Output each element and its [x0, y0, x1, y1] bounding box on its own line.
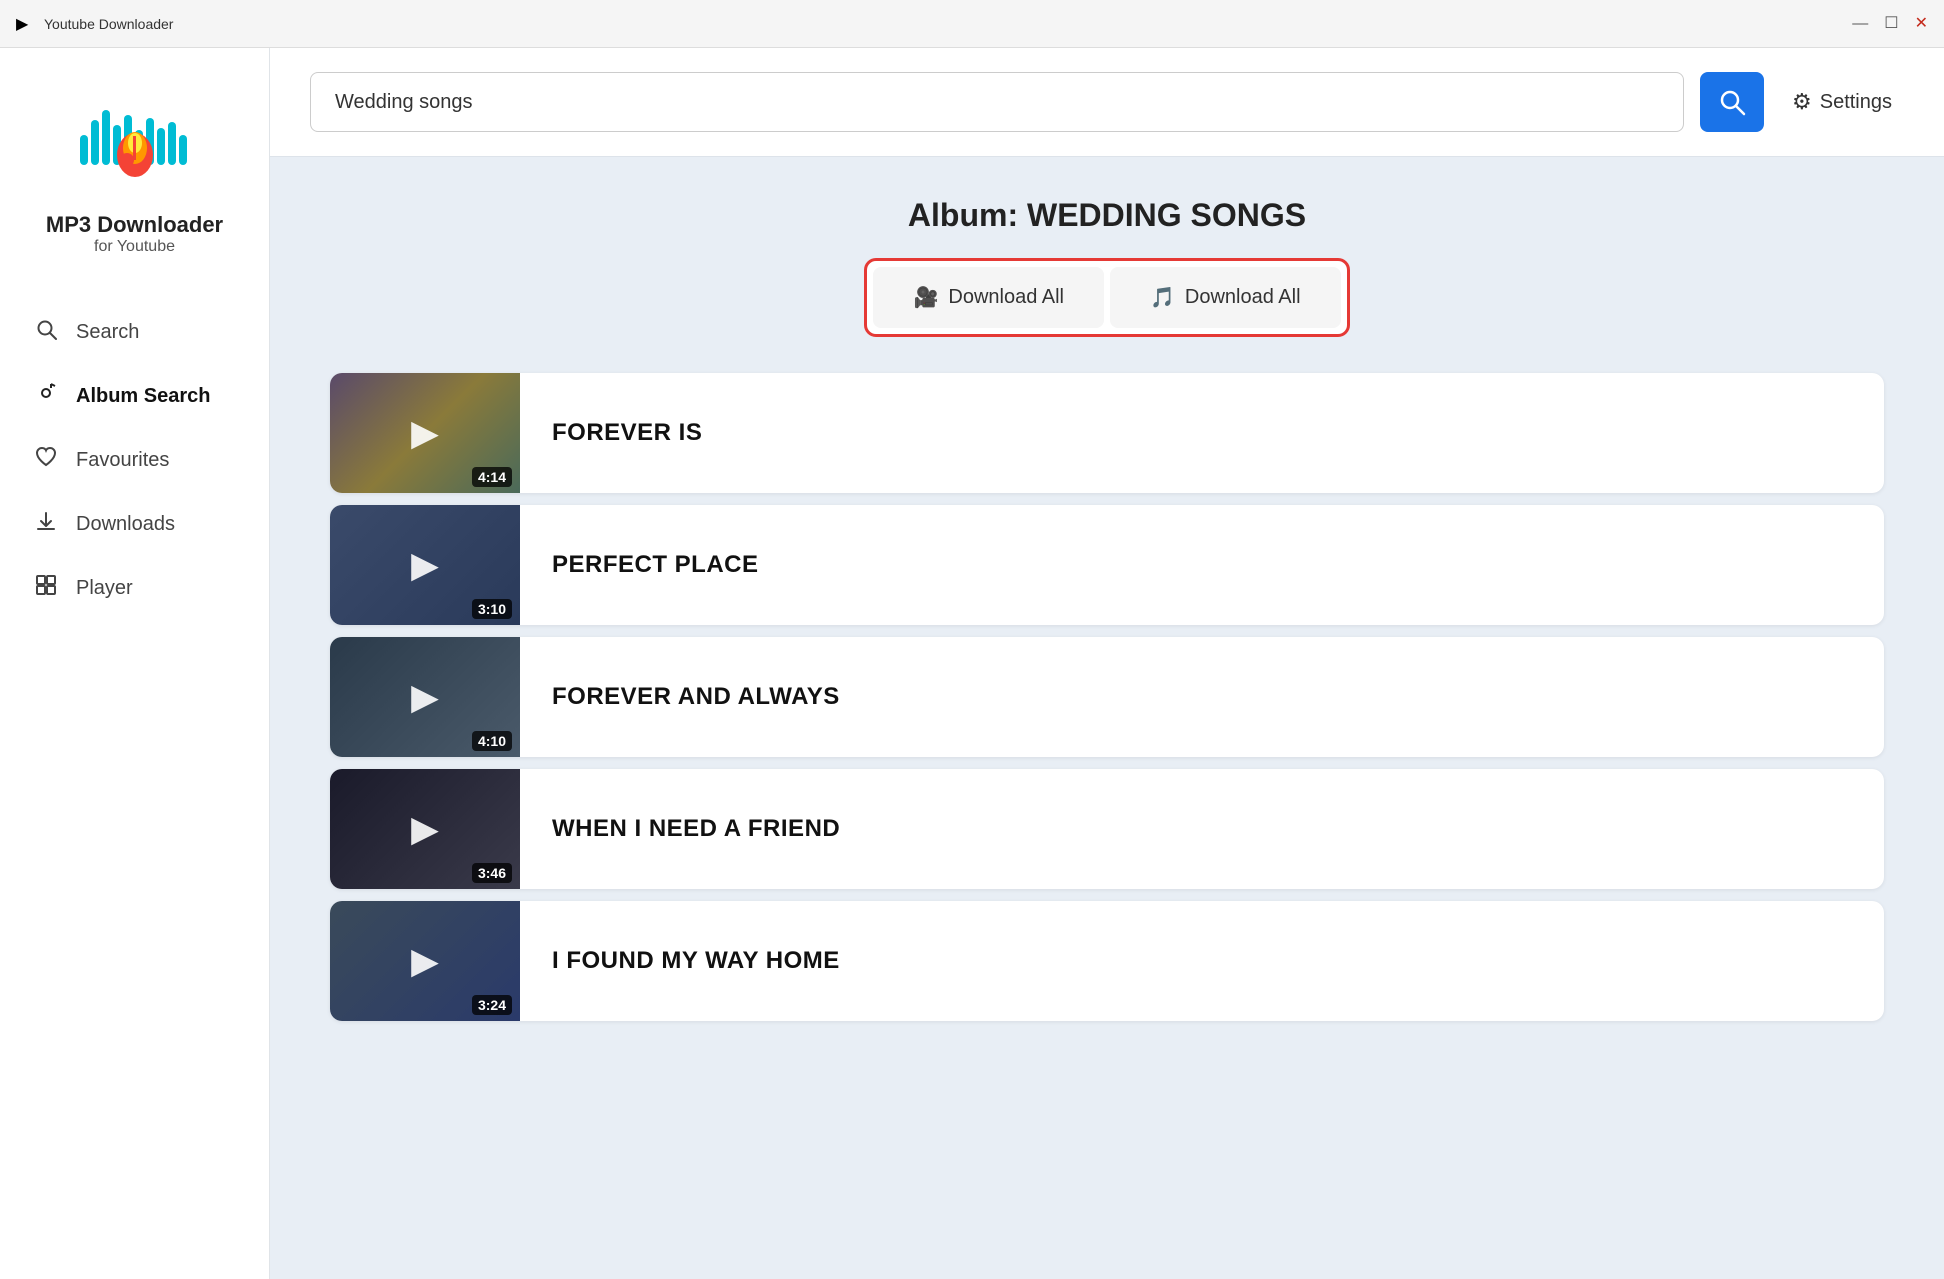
download-all-box: 🎥 Download All 🎵 Download All	[864, 258, 1349, 337]
app-logo	[75, 80, 195, 200]
album-section: Album: WEDDING SONGS 🎥 Download All 🎵 Do…	[270, 157, 1944, 1279]
download-all-audio-label: Download All	[1185, 286, 1301, 309]
song-title: PERFECT PLACE	[520, 551, 1884, 579]
nav-icon-album-search	[32, 382, 60, 410]
titlebar-left: ▶ Youtube Downloader	[16, 14, 173, 34]
play-icon: ▶	[411, 676, 439, 718]
song-thumb[interactable]: ▶ 4:14	[330, 373, 520, 493]
download-all-video-button[interactable]: 🎥 Download All	[873, 267, 1104, 328]
nav-label-album-search: Album Search	[76, 385, 210, 408]
song-thumb[interactable]: ▶ 3:10	[330, 505, 520, 625]
song-thumb[interactable]: ▶ 3:24	[330, 901, 520, 1021]
duration-badge: 4:10	[472, 731, 512, 751]
titlebar-title: Youtube Downloader	[44, 16, 173, 32]
duration-badge: 3:46	[472, 863, 512, 883]
audio-icon: 🎵	[1150, 285, 1175, 310]
play-icon: ▶	[411, 412, 439, 454]
sidebar-item-favourites[interactable]: Favourites	[0, 428, 269, 492]
main-content: ⚙ Settings Album: WEDDING SONGS 🎥 Downlo…	[270, 48, 1944, 1279]
nav-label-player: Player	[76, 577, 133, 600]
app-name: MP3 Downloader	[46, 212, 223, 238]
video-icon: 🎥	[913, 285, 938, 310]
logo-container: MP3 Downloader for Youtube	[46, 80, 223, 256]
play-icon: ▶	[411, 808, 439, 850]
song-title: WHEN I NEED A FRIEND	[520, 815, 1884, 843]
song-item: ▶ 3:10 PERFECT PLACE	[330, 505, 1884, 625]
sidebar-item-player[interactable]: Player	[0, 556, 269, 620]
duration-badge: 3:10	[472, 599, 512, 619]
search-button[interactable]	[1700, 72, 1764, 132]
app-icon: ▶	[16, 14, 36, 34]
nav-label-favourites: Favourites	[76, 449, 169, 472]
song-list: ▶ 4:14 FOREVER IS ▶ 3:10 PERFECT PLACE ▶…	[330, 373, 1884, 1021]
play-icon: ▶	[411, 940, 439, 982]
nav-icon-downloads	[32, 510, 60, 538]
nav-icon-search	[32, 318, 60, 346]
duration-badge: 3:24	[472, 995, 512, 1015]
sidebar-item-search[interactable]: Search	[0, 300, 269, 364]
download-all-video-label: Download All	[948, 286, 1064, 309]
album-title: Album: WEDDING SONGS	[330, 197, 1884, 234]
app-body: MP3 Downloader for Youtube Search Album …	[0, 48, 1944, 1279]
titlebar: ▶ Youtube Downloader — ☐ ✕	[0, 0, 1944, 48]
search-input-wrap	[310, 72, 1684, 132]
nav-label-search: Search	[76, 321, 139, 344]
sidebar-item-album-search[interactable]: Album Search	[0, 364, 269, 428]
song-title: FOREVER IS	[520, 419, 1884, 447]
nav-icon-favourites	[32, 446, 60, 474]
close-button[interactable]: ✕	[1915, 16, 1928, 32]
search-bar-area: ⚙ Settings	[270, 48, 1944, 157]
search-input[interactable]	[310, 72, 1684, 132]
song-item: ▶ 3:24 I FOUND MY WAY HOME	[330, 901, 1884, 1021]
song-item: ▶ 4:14 FOREVER IS	[330, 373, 1884, 493]
sidebar: MP3 Downloader for Youtube Search Album …	[0, 48, 270, 1279]
settings-label: Settings	[1820, 91, 1892, 114]
nav-icon-player	[32, 574, 60, 602]
sidebar-item-downloads[interactable]: Downloads	[0, 492, 269, 556]
song-item: ▶ 3:46 WHEN I NEED A FRIEND	[330, 769, 1884, 889]
nav-menu: Search Album Search Favourites Downloads…	[0, 292, 269, 628]
settings-button[interactable]: ⚙ Settings	[1780, 81, 1904, 123]
song-title: I FOUND MY WAY HOME	[520, 947, 1884, 975]
play-icon: ▶	[411, 544, 439, 586]
nav-label-downloads: Downloads	[76, 513, 175, 536]
search-icon	[1718, 88, 1746, 116]
song-item: ▶ 4:10 FOREVER AND ALWAYS	[330, 637, 1884, 757]
song-thumb[interactable]: ▶ 3:46	[330, 769, 520, 889]
window-controls: — ☐ ✕	[1852, 16, 1928, 32]
app-subtitle: for Youtube	[94, 238, 175, 256]
maximize-button[interactable]: ☐	[1884, 16, 1898, 32]
song-title: FOREVER AND ALWAYS	[520, 683, 1884, 711]
minimize-button[interactable]: —	[1852, 16, 1868, 32]
download-all-audio-button[interactable]: 🎵 Download All	[1110, 267, 1341, 328]
download-all-group: 🎥 Download All 🎵 Download All	[330, 258, 1884, 337]
duration-badge: 4:14	[472, 467, 512, 487]
gear-icon: ⚙	[1792, 89, 1812, 115]
song-thumb[interactable]: ▶ 4:10	[330, 637, 520, 757]
